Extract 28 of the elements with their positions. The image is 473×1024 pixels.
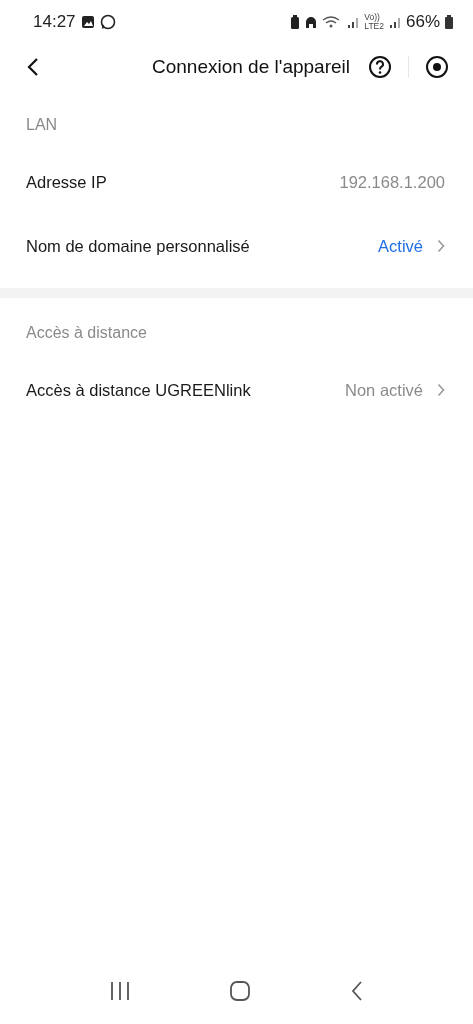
signal-icon: [388, 16, 401, 28]
section-header: LAN: [25, 115, 59, 135]
row-label: Accès à distance UGREENlink: [26, 380, 252, 400]
back-icon: [26, 57, 40, 77]
row-value: Activé: [378, 236, 423, 256]
battery-percent: 66%: [405, 12, 440, 32]
row-value: 192.168.1.200: [339, 172, 445, 192]
recent-apps-icon: [109, 981, 132, 1001]
battery-icon: [445, 15, 453, 29]
page-title: Connexion de l'appareil: [151, 56, 351, 78]
chat-bubble-icon: [99, 14, 116, 30]
row-label: Nom de domaine personnalisé: [26, 236, 251, 256]
network-label: LTE2: [364, 22, 384, 31]
record-icon: [425, 55, 449, 79]
network-label: Vo)): [364, 13, 381, 22]
chevron-right-icon: [437, 383, 445, 397]
signal-icon: [347, 16, 360, 28]
chevron-right-icon: [437, 239, 445, 253]
home-icon: [305, 16, 318, 28]
help-icon: [368, 55, 392, 79]
home-icon: [229, 980, 252, 1002]
status-time: 14:27: [33, 12, 76, 32]
battery-saver-icon: [290, 15, 301, 29]
row-label: Adresse IP: [26, 172, 108, 192]
back-icon: [349, 980, 364, 1002]
image-icon: [80, 15, 95, 29]
row-value: Non activé: [345, 380, 423, 400]
section-header: Accès à distance: [25, 323, 148, 343]
